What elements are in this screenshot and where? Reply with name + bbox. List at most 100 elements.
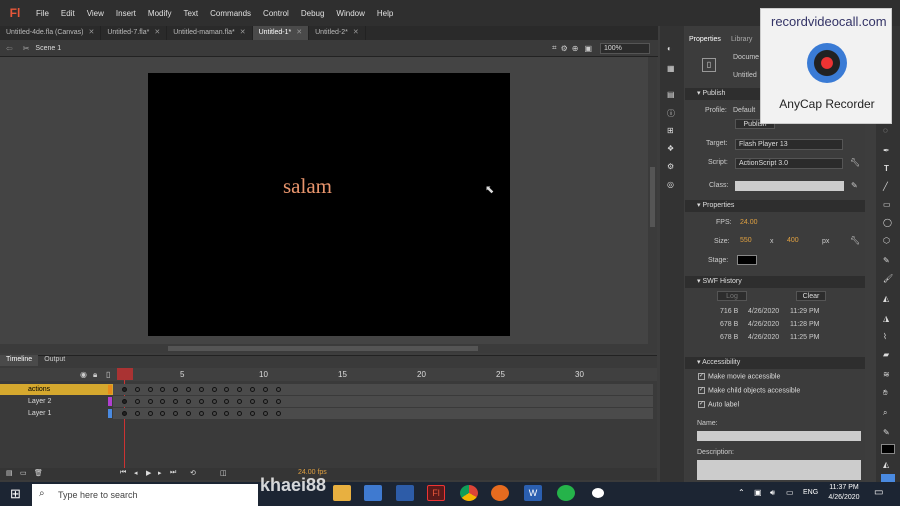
menu-edit[interactable]: Edit [55, 9, 81, 18]
paint-fill-icon[interactable]: ◭ [883, 460, 889, 469]
frame-cell[interactable] [198, 399, 204, 404]
frames-row[interactable] [113, 408, 653, 419]
delete-layer-icon[interactable]: 🗑︎ [34, 469, 43, 477]
paint-bucket-icon[interactable]: ◭ [883, 294, 889, 303]
eye-icon[interactable]: ◉ [80, 370, 87, 379]
vertical-scrollbar[interactable] [648, 57, 657, 344]
frame-cell[interactable] [237, 411, 243, 416]
go-last-icon[interactable]: ⏭ [170, 469, 176, 477]
lock-icon[interactable]: 🔒︎ [93, 370, 97, 380]
windows-start-icon[interactable]: ⊞ [10, 486, 21, 502]
frame-cell[interactable] [237, 387, 243, 392]
frame-cell[interactable] [211, 411, 217, 416]
network-icon[interactable]: ▣ [754, 488, 762, 497]
menu-view[interactable]: View [81, 9, 110, 18]
tab-untitled-7[interactable]: Untitled-7.fla* ✕ [101, 26, 168, 40]
frame-cell[interactable] [198, 411, 204, 416]
frame-cell[interactable] [224, 411, 230, 416]
onion-skin-icon[interactable]: ◫ [220, 469, 227, 477]
frame-cell[interactable] [224, 399, 230, 404]
target-select[interactable]: Flash Player 13 [735, 139, 843, 150]
frame-cell[interactable] [262, 411, 268, 416]
frame-cell[interactable] [262, 387, 268, 392]
pencil-icon[interactable]: ✎ [851, 181, 858, 190]
oval-tool-icon[interactable]: ◯ [883, 218, 892, 227]
step-forward-icon[interactable]: ▸ [158, 469, 162, 477]
frames-row[interactable] [113, 384, 653, 395]
clear-button[interactable]: Clear [796, 291, 826, 301]
file-explorer-icon[interactable] [333, 485, 351, 501]
frame-cell[interactable] [122, 399, 127, 404]
tab-untitled-1[interactable]: Untitled-1* ✕ [252, 26, 310, 40]
animate-app-icon[interactable]: Fl [427, 485, 445, 501]
menu-commands[interactable]: Commands [204, 9, 257, 18]
notifications-icon[interactable]: ▭ [874, 487, 883, 498]
info-icon[interactable]: ⓘ [667, 108, 675, 119]
wrench-icon[interactable]: 🔧︎ [850, 236, 860, 245]
tab-properties[interactable]: Properties [689, 36, 721, 43]
tab-library[interactable]: Library [731, 36, 752, 43]
frame-cell[interactable] [134, 387, 140, 392]
frame-cell[interactable] [173, 399, 179, 404]
frame-cell[interactable] [160, 387, 166, 392]
tray-arrow-icon[interactable]: ⌃ [738, 488, 745, 497]
new-layer-icon[interactable]: ▤ [6, 469, 13, 477]
lasso-tool-icon[interactable]: ◌ [883, 126, 888, 135]
blue-swatch[interactable] [881, 474, 895, 482]
frame-cell[interactable] [186, 399, 191, 404]
close-icon[interactable]: ✕ [353, 29, 359, 36]
play-icon[interactable]: ▶ [146, 469, 151, 477]
eraser-tool-icon[interactable]: ▰ [883, 350, 889, 359]
menu-window[interactable]: Window [330, 9, 370, 18]
class-field[interactable] [735, 181, 844, 191]
frame-cell[interactable] [160, 411, 166, 416]
go-first-icon[interactable]: ⏮ [120, 469, 126, 477]
stage-text[interactable]: salam [283, 174, 332, 199]
menu-text[interactable]: Text [177, 9, 204, 18]
layer-2[interactable]: Layer 2 [0, 396, 113, 407]
close-icon[interactable]: ✕ [240, 29, 246, 36]
step-back-icon[interactable]: ◂ [134, 469, 138, 477]
firefox-icon[interactable] [491, 485, 509, 501]
frame-cell[interactable] [173, 411, 179, 416]
text-tool-icon[interactable]: T [884, 164, 889, 173]
motion-presets-icon[interactable]: ⚙ [667, 162, 674, 171]
pen-tool-icon[interactable]: ✒ [883, 146, 890, 155]
brush-tool-icon[interactable]: 🖌︎ [883, 274, 893, 283]
close-icon[interactable]: ✕ [154, 29, 160, 36]
frame-cell[interactable] [211, 399, 217, 404]
history-icon[interactable]: ◎ [667, 180, 674, 189]
pencil-tool-icon[interactable]: ✎ [883, 256, 890, 265]
center-stage-icon[interactable]: ⊕ [572, 44, 579, 53]
tab-timeline[interactable]: Timeline [0, 355, 39, 366]
stage-color-swatch[interactable] [737, 255, 757, 265]
hand-tool-icon[interactable]: ✋︎ [883, 388, 888, 398]
frame-cell[interactable] [147, 387, 153, 392]
auto-label-checkbox[interactable]: ✓ Auto label [698, 401, 739, 408]
frame-cell[interactable] [262, 399, 268, 404]
language-indicator[interactable]: ENG [803, 489, 818, 496]
new-folder-icon[interactable]: ▭ [20, 469, 27, 477]
wrench-icon[interactable]: 🔧︎ [850, 158, 860, 167]
frame-cell[interactable] [122, 387, 127, 392]
close-icon[interactable]: ✕ [296, 29, 302, 36]
frame-cell[interactable] [198, 387, 204, 392]
name-field[interactable] [697, 431, 861, 441]
width-tool-icon[interactable]: ≋ [883, 370, 890, 379]
polystar-tool-icon[interactable]: ⬡ [883, 236, 890, 245]
layer-actions[interactable]: actions [0, 384, 113, 395]
layer-1[interactable]: Layer 1 [0, 408, 113, 419]
properties-section-header[interactable]: ▾ Properties [685, 200, 865, 212]
color-icon[interactable]: ◐ [667, 44, 672, 53]
size-width[interactable]: 550 [740, 237, 752, 244]
frame-cell[interactable] [275, 387, 281, 392]
components-icon[interactable]: ❖ [667, 144, 674, 153]
accessibility-section-header[interactable]: ▾ Accessibility [685, 357, 865, 369]
frames-row[interactable] [113, 396, 653, 407]
frame-cell[interactable] [250, 387, 255, 392]
word-icon[interactable]: W [524, 485, 542, 501]
frame-cell[interactable] [237, 399, 243, 404]
chrome-icon[interactable] [460, 485, 478, 501]
fill-color-swatch[interactable] [881, 444, 895, 454]
tab-untitled-2[interactable]: Untitled-2* ✕ [309, 26, 366, 40]
